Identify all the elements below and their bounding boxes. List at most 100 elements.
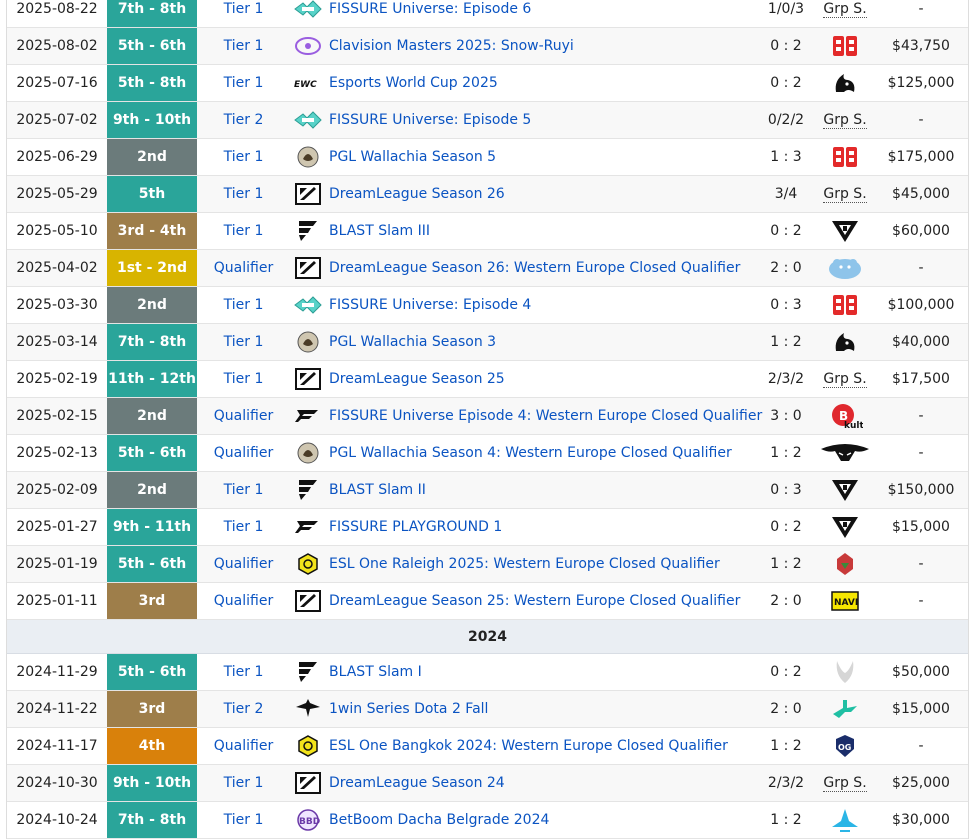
esports-world-cup-icon[interactable]: EWC	[290, 65, 326, 101]
nouns-logo[interactable]	[814, 691, 876, 727]
fissure-icon[interactable]	[290, 509, 326, 545]
parivision-logo[interactable]	[814, 472, 876, 508]
tournament-link[interactable]: DreamLeague Season 25: Western Europe Cl…	[329, 593, 740, 609]
fissure-icon[interactable]	[290, 398, 326, 434]
svg-text:BBD: BBD	[299, 817, 320, 827]
navi-logo[interactable]: NAVI	[814, 583, 876, 619]
betboom-team-logo[interactable]	[814, 139, 876, 175]
blast-slam-icon[interactable]	[290, 213, 326, 249]
prize-text: -	[918, 260, 924, 276]
tournament-link[interactable]: PGL Wallachia Season 3	[329, 334, 496, 350]
tier-link[interactable]: Tier 1	[224, 38, 264, 54]
betboom-team-logo[interactable]	[814, 28, 876, 64]
tournament-link[interactable]: FISSURE PLAYGROUND 1	[329, 519, 502, 535]
date-cell: 2025-01-27	[7, 509, 107, 545]
group-stage[interactable]: Grp S.	[814, 361, 876, 397]
blast-slam-icon[interactable]	[290, 654, 326, 690]
tournament-link[interactable]: DreamLeague Season 26	[329, 186, 505, 202]
red-helmet-team-logo[interactable]	[814, 546, 876, 582]
tournament-link[interactable]: PGL Wallachia Season 5	[329, 149, 496, 165]
tournament-link[interactable]: BLAST Slam III	[329, 223, 430, 239]
fissure-universe-icon[interactable]	[290, 102, 326, 138]
fissure-universe-icon[interactable]	[290, 0, 326, 27]
tier-link[interactable]: Tier 1	[224, 334, 264, 350]
tier-link[interactable]: Tier 1	[224, 775, 264, 791]
tier-link[interactable]: Tier 1	[224, 75, 264, 91]
wings-team-logo[interactable]	[814, 654, 876, 690]
group-stage[interactable]: Grp S.	[814, 176, 876, 212]
dreamleague-icon[interactable]	[290, 176, 326, 212]
parivision-logo[interactable]	[814, 213, 876, 249]
tier-link[interactable]: Qualifier	[214, 738, 273, 754]
tier-link[interactable]: Qualifier	[214, 556, 273, 572]
tournament-link[interactable]: DreamLeague Season 24	[329, 775, 505, 791]
tournament-link[interactable]: BetBoom Dacha Belgrade 2024	[329, 812, 549, 828]
dreamleague-icon[interactable]	[290, 583, 326, 619]
tier-link[interactable]: Tier 1	[224, 186, 264, 202]
pgl-wallachia-icon[interactable]	[290, 139, 326, 175]
tournament-link[interactable]: BLAST Slam I	[329, 664, 422, 680]
date-text: 2025-07-02	[16, 112, 98, 128]
aurora-logo[interactable]	[814, 802, 876, 838]
tier-link[interactable]: Tier 1	[224, 149, 264, 165]
tournament-link[interactable]: BLAST Slam II	[329, 482, 426, 498]
tier-link[interactable]: Qualifier	[214, 260, 273, 276]
dreamleague-icon[interactable]	[290, 361, 326, 397]
tournament-link[interactable]: 1win Series Dota 2 Fall	[329, 701, 488, 717]
tier-link[interactable]: Tier 1	[224, 482, 264, 498]
date-cell: 2025-04-02	[7, 250, 107, 286]
tier-link[interactable]: Tier 1	[224, 812, 264, 828]
tier-link[interactable]: Tier 1	[224, 371, 264, 387]
tier-link[interactable]: Tier 2	[224, 701, 264, 717]
placement-text: 5th - 6th	[117, 664, 187, 680]
blast-slam-icon[interactable]	[290, 472, 326, 508]
og-logo[interactable]: OG	[814, 728, 876, 764]
tier-link[interactable]: Tier 1	[224, 223, 264, 239]
tier-link[interactable]: Tier 1	[224, 297, 264, 313]
tier-link[interactable]: Qualifier	[214, 445, 273, 461]
tournament-link[interactable]: DreamLeague Season 25	[329, 371, 505, 387]
1win-icon[interactable]	[290, 691, 326, 727]
dreamleague-icon[interactable]	[290, 250, 326, 286]
esl-one-icon[interactable]	[290, 728, 326, 764]
hippo-team-logo[interactable]	[814, 250, 876, 286]
betboom-dacha-icon[interactable]: BBD	[290, 802, 326, 838]
tournament-link[interactable]: FISSURE Universe: Episode 4	[329, 297, 531, 313]
esl-one-icon[interactable]	[290, 546, 326, 582]
fissure-universe-icon[interactable]	[290, 287, 326, 323]
tournament-link[interactable]: Esports World Cup 2025	[329, 75, 498, 91]
group-stage[interactable]: Grp S.	[814, 102, 876, 138]
tournament-link[interactable]: ESL One Bangkok 2024: Western Europe Clo…	[329, 738, 728, 754]
tournament-link[interactable]: FISSURE Universe: Episode 6	[329, 1, 531, 17]
tier-link[interactable]: Tier 1	[224, 664, 264, 680]
team-spirit-logo[interactable]	[814, 324, 876, 360]
tournament-cell: PGL Wallachia Season 4: Western Europe C…	[326, 435, 758, 471]
tier-cell: Tier 1	[197, 654, 290, 690]
kult-logo[interactable]: Bkult	[814, 398, 876, 434]
tier-link[interactable]: Tier 1	[224, 1, 264, 17]
team-secret-logo[interactable]	[814, 435, 876, 471]
group-stage[interactable]: Grp S.	[814, 765, 876, 801]
tournament-link[interactable]: FISSURE Universe Episode 4: Western Euro…	[329, 408, 762, 424]
tournament-link[interactable]: Clavision Masters 2025: Snow-Ruyi	[329, 38, 574, 54]
tournament-link[interactable]: ESL One Raleigh 2025: Western Europe Clo…	[329, 556, 720, 572]
tier-link[interactable]: Tier 2	[224, 112, 264, 128]
dreamleague-icon[interactable]	[290, 765, 326, 801]
tournament-link[interactable]: FISSURE Universe: Episode 5	[329, 112, 531, 128]
group-stage[interactable]: Grp S.	[814, 0, 876, 27]
placement-badge: 7th - 8th	[107, 802, 197, 838]
tournament-link[interactable]: DreamLeague Season 26: Western Europe Cl…	[329, 260, 740, 276]
tournament-cell: PGL Wallachia Season 3	[326, 324, 758, 360]
tier-link[interactable]: Qualifier	[214, 593, 273, 609]
clavision-icon[interactable]	[290, 28, 326, 64]
year-divider: 2024	[7, 620, 968, 654]
tier-link[interactable]: Qualifier	[214, 408, 273, 424]
pgl-wallachia-icon[interactable]	[290, 435, 326, 471]
tournament-link[interactable]: PGL Wallachia Season 4: Western Europe C…	[329, 445, 732, 461]
parivision-logo[interactable]	[814, 509, 876, 545]
betboom-team-logo[interactable]	[814, 287, 876, 323]
team-spirit-logo[interactable]	[814, 65, 876, 101]
tier-link[interactable]: Tier 1	[224, 519, 264, 535]
pgl-wallachia-icon[interactable]	[290, 324, 326, 360]
placement-badge: 7th - 8th	[107, 0, 197, 27]
